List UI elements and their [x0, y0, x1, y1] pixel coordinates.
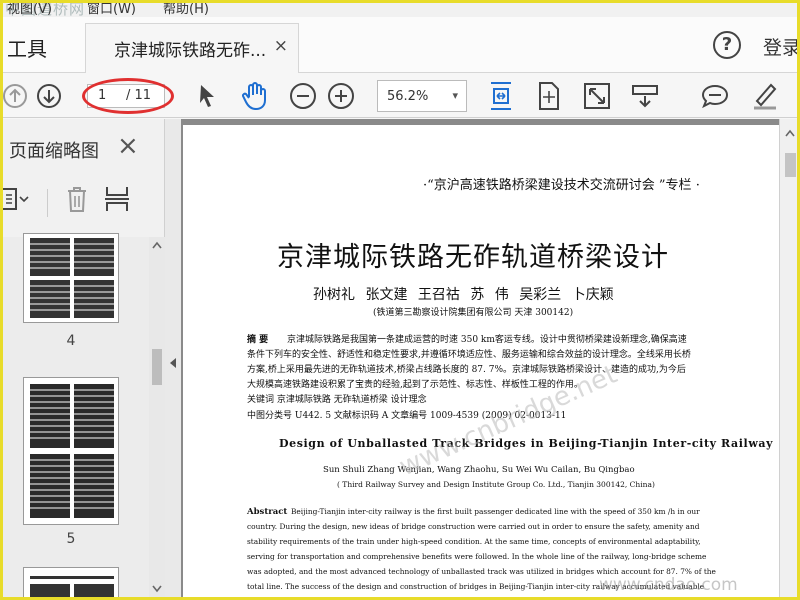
prev-page-icon[interactable] — [3, 80, 31, 112]
fit-page-icon[interactable] — [533, 80, 565, 112]
chevron-down-icon: ▾ — [452, 89, 458, 102]
hand-tool-icon[interactable] — [239, 80, 271, 112]
abstract-en-line-3: stability requirements of the train unde… — [247, 537, 701, 546]
panel-close-icon[interactable]: × — [117, 131, 139, 161]
doc-scroll-up-icon[interactable] — [785, 129, 795, 137]
authors-cn: 孙树礼 张文建 王召祜 苏 伟 吴彩兰 卜庆颖 — [313, 287, 614, 303]
pdf-page: ·“京沪高速铁路桥梁建设技术交流研讨会 ”专栏 · 京津城际铁路无砟轨道桥梁设计… — [183, 125, 779, 597]
scroll-up-icon[interactable] — [152, 241, 162, 249]
authors-en: Sun Shuli Zhang Wenjian, Wang Zhaohu, Su… — [323, 465, 635, 475]
document-scroll-thumb[interactable] — [785, 153, 796, 177]
panel-toolbar — [3, 183, 165, 223]
abstract-cn-line-4: 大规模高速铁路建设积累了宝贵的经验,起到了示范性、标志性、样板性工程的作用。 — [247, 380, 583, 390]
thumbnail-panel: 页面缩略图 × 4 5 — [3, 119, 165, 597]
panel-toolbar-divider — [47, 189, 48, 217]
page-thumbnail-5[interactable] — [23, 377, 119, 525]
paper-title-cn: 京津城际铁路无砟轨道桥梁设计 — [277, 242, 669, 273]
zoom-out-icon[interactable] — [287, 80, 319, 112]
thumbnail-list[interactable]: 4 5 — [3, 233, 165, 597]
login-button[interactable]: 登录 — [763, 33, 797, 60]
affiliation-cn: (铁道第三勘察设计院集团有限公司 天津 300142) — [373, 308, 574, 318]
thumbnail-label-4: 4 — [66, 333, 76, 349]
insert-page-icon[interactable] — [101, 183, 133, 215]
zoom-select[interactable]: 56.2% ▾ — [377, 80, 467, 112]
tab-bar: 工具 京津城际铁路无砟... × ? 登录 — [3, 17, 797, 73]
page-thumbnail-4[interactable] — [23, 233, 119, 323]
menu-view[interactable]: 视图(V) — [7, 3, 52, 17]
zoom-value: 56.2% — [387, 89, 429, 104]
next-page-icon[interactable] — [33, 80, 65, 112]
help-icon[interactable]: ? — [713, 31, 741, 59]
trash-icon[interactable] — [61, 183, 93, 215]
comment-icon[interactable] — [699, 80, 731, 112]
highlight-pen-icon[interactable] — [749, 80, 781, 112]
abstract-en-line-4: serving for transportation and comprehen… — [247, 552, 707, 561]
thumbnail-label-5: 5 — [66, 531, 76, 547]
abstract-cn-line-3: 方案,桥上采用最先进的无砟轨道技术,桥梁占线路长度的 87. 7%。京津城际铁路… — [247, 365, 686, 375]
document-tab-title: 京津城际铁路无砟... — [114, 41, 267, 61]
full-screen-icon[interactable] — [581, 80, 613, 112]
thumbnail-scrollbar[interactable] — [149, 237, 165, 597]
fit-width-icon[interactable] — [485, 80, 517, 112]
menu-bar: 中国道桥网 视图(V) 窗口(W) 帮助(H) — [3, 3, 797, 17]
scroll-down-icon[interactable] — [152, 585, 162, 593]
document-scrollbar[interactable] — [779, 119, 797, 597]
abstract-cn-line-2: 条件下列车的安全性、舒适性和稳定性要求,并遵循环境适应性、服务运输和综合效益的设… — [247, 350, 691, 360]
page-thumbnail-6[interactable] — [23, 567, 119, 597]
abstract-en-line-1: Beijing-Tianjin inter-city railway is th… — [291, 507, 700, 516]
document-tab[interactable]: 京津城际铁路无砟... × — [85, 23, 299, 73]
abstract-cn-line-1: 京津城际铁路是我国第一条建成运营的时速 350 km客运专线。设计中贯彻桥梁建设… — [287, 335, 687, 345]
menu-help[interactable]: 帮助(H) — [163, 3, 209, 17]
scroll-mode-icon[interactable] — [629, 80, 661, 112]
document-tab-close-icon[interactable]: × — [274, 36, 288, 56]
panel-title: 页面缩略图 — [9, 141, 99, 162]
collapse-left-icon[interactable] — [169, 357, 177, 369]
abstract-cn-label: 摘 要 — [247, 335, 269, 345]
column-header: ·“京沪高速铁路桥梁建设技术交流研讨会 ”专栏 · — [423, 178, 700, 193]
page-highlight-ring — [82, 78, 174, 114]
menu-window[interactable]: 窗口(W) — [87, 3, 136, 17]
paper-title-en: Design of Unballasted Track Bridges in B… — [279, 437, 774, 450]
abstract-en-line-2: country. During the design, new ideas of… — [247, 522, 700, 531]
zoom-in-icon[interactable] — [325, 80, 357, 112]
affiliation-en: ( Third Railway Survey and Design Instit… — [337, 480, 655, 489]
panel-collapse-handle[interactable] — [165, 119, 181, 597]
app-window: 中国道桥网 视图(V) 窗口(W) 帮助(H) 工具 京津城际铁路无砟... ×… — [0, 0, 800, 600]
corner-watermark: www.cndao.com — [599, 575, 738, 595]
thumbnail-options-icon[interactable] — [3, 183, 31, 215]
thumbnail-scroll-thumb[interactable] — [152, 349, 162, 385]
document-viewport[interactable]: ·“京沪高速铁路桥梁建设技术交流研讨会 ”专栏 · 京津城际铁路无砟轨道桥梁设计… — [181, 119, 797, 597]
tools-tab[interactable]: 工具 — [7, 33, 47, 62]
keywords-cn: 关键词 京津城际铁路 无砟轨道桥梁 设计理念 — [247, 395, 427, 405]
toolbar: 1 / 11 56.2% ▾ — [3, 74, 797, 118]
select-cursor-icon[interactable] — [191, 80, 223, 112]
abstract-en-label: Abstract — [247, 507, 288, 517]
